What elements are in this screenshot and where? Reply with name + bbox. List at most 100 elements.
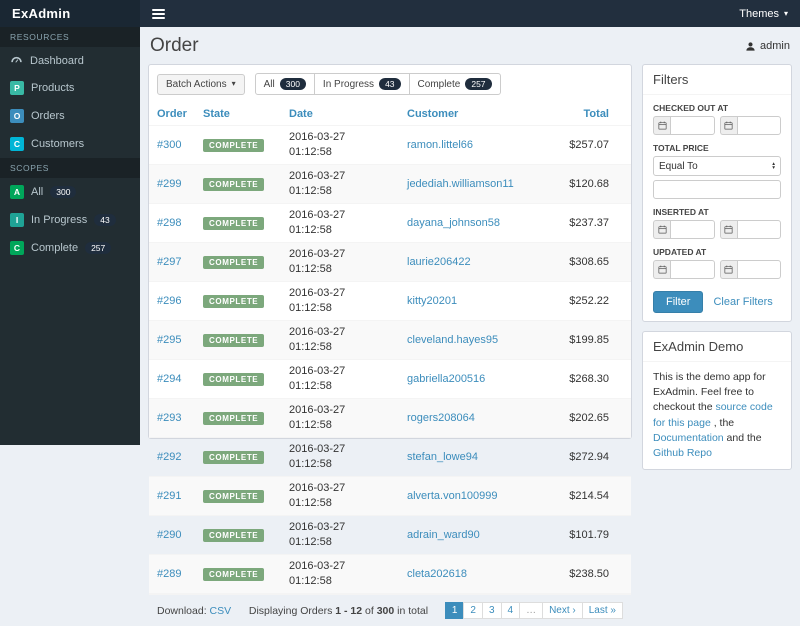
sidebar: RESOURCES Dashboard P Products O Orders … bbox=[0, 27, 140, 445]
pagination-item[interactable]: 4 bbox=[500, 602, 521, 619]
table-footer: Download: CSV Displaying Orders 1 - 12 o… bbox=[149, 594, 631, 626]
order-id-link[interactable]: #297 bbox=[157, 256, 181, 268]
sidebar-item-label: Customers bbox=[31, 138, 85, 150]
menu-toggle-button[interactable] bbox=[140, 0, 176, 27]
select-stepper-icon: ▴ ▾ bbox=[772, 160, 775, 171]
order-cell: #294 bbox=[149, 359, 195, 399]
order-id-link[interactable]: #291 bbox=[157, 490, 181, 502]
order-cell: #298 bbox=[149, 203, 195, 243]
order-cell: #300 bbox=[149, 125, 195, 165]
pagination-item[interactable]: 1 bbox=[444, 602, 465, 619]
customer-link[interactable]: kitty20201 bbox=[407, 295, 457, 307]
tab-in-progress[interactable]: In Progress 43 bbox=[313, 73, 410, 95]
customer-link[interactable]: stefan_lowe94 bbox=[407, 451, 478, 463]
pagination-item[interactable]: Next › bbox=[542, 602, 583, 619]
dashboard-icon bbox=[10, 54, 23, 67]
updated-at-from-input[interactable] bbox=[670, 260, 715, 279]
column-header-state[interactable]: State bbox=[195, 103, 281, 126]
order-id-link[interactable]: #294 bbox=[157, 373, 181, 385]
user-name: admin bbox=[760, 40, 790, 52]
customer-cell: dayana_johnson58 bbox=[399, 203, 553, 243]
pagination-item[interactable]: 2 bbox=[463, 602, 483, 619]
tab-all[interactable]: All 300 bbox=[254, 73, 315, 95]
scope-item-all[interactable]: A All 300 bbox=[0, 178, 140, 206]
customer-link[interactable]: alverta.von100999 bbox=[407, 490, 498, 502]
sidebar-item-products[interactable]: P Products bbox=[0, 74, 140, 102]
inserted-at-from-input[interactable] bbox=[670, 220, 715, 239]
customer-link[interactable]: cleta202618 bbox=[407, 568, 467, 580]
demo-title: ExAdmin Demo bbox=[643, 332, 791, 362]
download-csv-link[interactable]: CSV bbox=[210, 605, 232, 617]
order-id-link[interactable]: #290 bbox=[157, 529, 181, 541]
sidebar-item-dashboard[interactable]: Dashboard bbox=[0, 47, 140, 74]
clear-filters-link[interactable]: Clear Filters bbox=[713, 296, 772, 308]
total-price-operator-select[interactable]: Equal To ▴ ▾ bbox=[653, 156, 781, 176]
customer-link[interactable]: jedediah.williamson11 bbox=[407, 178, 514, 190]
customer-link[interactable]: gabriella200516 bbox=[407, 373, 485, 385]
sidebar-item-customers[interactable]: C Customers bbox=[0, 130, 140, 158]
customer-link[interactable]: laurie206422 bbox=[407, 256, 471, 268]
demo-link[interactable]: Github Repo bbox=[653, 447, 712, 459]
scope-item-in-progress[interactable]: I In Progress 43 bbox=[0, 206, 140, 234]
user-icon bbox=[745, 41, 756, 52]
checked-out-at-from-input[interactable] bbox=[670, 116, 715, 135]
brand-logo[interactable]: ExAdmin bbox=[0, 0, 140, 27]
table-row: #293 COMPLETE 2016-03-27 01:12:58 rogers208… bbox=[149, 398, 631, 438]
total-price-input[interactable] bbox=[653, 180, 781, 199]
order-id-link[interactable]: #299 bbox=[157, 178, 181, 190]
order-cell: #296 bbox=[149, 281, 195, 321]
filter-label-total-price: TOTAL PRICE bbox=[653, 143, 709, 153]
order-state-badge: COMPLETE bbox=[203, 450, 265, 464]
order-id-link[interactable]: #292 bbox=[157, 451, 181, 463]
order-state-badge: COMPLETE bbox=[203, 372, 265, 386]
state-cell: COMPLETE bbox=[195, 398, 281, 438]
customer-link[interactable]: adrain_ward90 bbox=[407, 529, 480, 541]
updated-at-to-input[interactable] bbox=[736, 260, 781, 279]
order-state-badge: COMPLETE bbox=[203, 333, 265, 347]
customer-link[interactable]: rogers208064 bbox=[407, 412, 475, 424]
customer-cell: stefan_lowe94 bbox=[399, 437, 553, 477]
sidebar-item-orders[interactable]: O Orders bbox=[0, 102, 140, 130]
column-header-customer[interactable]: Customer bbox=[399, 103, 553, 126]
customers-abbr-icon: C bbox=[10, 137, 24, 151]
order-total: $238.50 bbox=[553, 554, 631, 594]
order-id-link[interactable]: #295 bbox=[157, 334, 181, 346]
pagination-item[interactable]: 3 bbox=[481, 602, 502, 619]
order-id-link[interactable]: #300 bbox=[157, 139, 181, 151]
filter-button[interactable]: Filter bbox=[653, 291, 704, 313]
filter-actions: Filter Clear Filters bbox=[653, 291, 781, 313]
themes-dropdown[interactable]: Themes ▾ bbox=[727, 0, 800, 27]
column-header-date[interactable]: Date bbox=[281, 103, 399, 126]
customer-link[interactable]: dayana_johnson58 bbox=[407, 217, 500, 229]
sidebar-section-scopes: SCOPES bbox=[0, 158, 140, 178]
filter-label-updated-at: UPDATED AT bbox=[653, 247, 707, 257]
selected-operator: Equal To bbox=[659, 160, 698, 172]
pagination-gap: … bbox=[519, 602, 544, 619]
user-menu[interactable]: admin bbox=[745, 40, 790, 52]
tab-complete[interactable]: Complete 257 bbox=[408, 73, 501, 95]
order-id-link[interactable]: #289 bbox=[157, 568, 181, 580]
pagination-item[interactable]: Last » bbox=[581, 602, 623, 619]
order-state-badge: COMPLETE bbox=[203, 567, 265, 581]
column-header-order[interactable]: Order bbox=[149, 103, 195, 126]
checked-out-at-range bbox=[653, 116, 781, 135]
order-cell: #292 bbox=[149, 437, 195, 477]
inserted-at-to-input[interactable] bbox=[736, 220, 781, 239]
tab-count-badge: 300 bbox=[279, 78, 306, 90]
customer-link[interactable]: cleveland.hayes95 bbox=[407, 334, 498, 346]
checked-out-at-to-input[interactable] bbox=[736, 116, 781, 135]
column-header-total[interactable]: Total bbox=[553, 103, 631, 126]
order-total: $237.37 bbox=[553, 203, 631, 243]
batch-actions-button[interactable]: Batch Actions ▾ bbox=[157, 73, 245, 95]
customer-cell: jedediah.williamson11 bbox=[399, 164, 553, 204]
sidebar-item-label: Products bbox=[31, 82, 75, 94]
order-date: 2016-03-27 01:12:58 bbox=[281, 242, 399, 282]
order-id-link[interactable]: #296 bbox=[157, 295, 181, 307]
batch-actions-label: Batch Actions bbox=[166, 78, 227, 90]
order-total: $268.30 bbox=[553, 359, 631, 399]
demo-link[interactable]: Documentation bbox=[653, 432, 724, 444]
order-id-link[interactable]: #298 bbox=[157, 217, 181, 229]
order-id-link[interactable]: #293 bbox=[157, 412, 181, 424]
customer-link[interactable]: ramon.littel66 bbox=[407, 139, 473, 151]
scope-item-complete[interactable]: C Complete 257 bbox=[0, 234, 140, 262]
